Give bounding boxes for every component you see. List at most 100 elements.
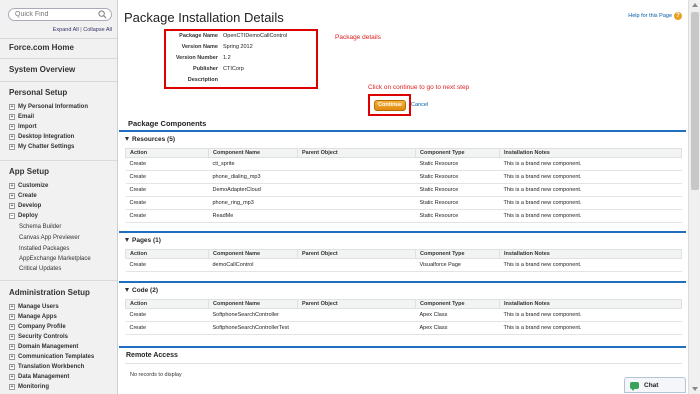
help-icon[interactable]: ?: [674, 12, 682, 20]
code-table: Action Component Name Parent Object Comp…: [125, 299, 682, 335]
sidebar-item-desktop-integration[interactable]: + Desktop Integration: [9, 134, 74, 140]
expand-plus-icon[interactable]: +: [9, 344, 15, 350]
collapse-all-link[interactable]: Collapse All: [83, 27, 112, 33]
expand-plus-icon[interactable]: +: [9, 193, 15, 199]
cell-component-name: demoCallControl: [208, 258, 298, 272]
chat-widget[interactable]: Chat: [624, 377, 686, 393]
expand-plus-icon[interactable]: +: [9, 384, 15, 390]
sidebar-item-translation-workbench[interactable]: + Translation Workbench: [9, 364, 84, 370]
expand-plus-icon[interactable]: +: [9, 354, 15, 360]
column-header-component-type: Component Type: [415, 148, 500, 158]
sidebar-item-customize[interactable]: + Customize: [9, 183, 48, 189]
sidebar-subitem-installed-packages[interactable]: Installed Packages: [19, 246, 69, 252]
cell-action: Create: [125, 157, 209, 171]
sidebar-home-link[interactable]: Force.com Home: [9, 43, 74, 52]
sidebar-item-label: Security Controls: [18, 334, 69, 340]
quick-find-box: [8, 8, 112, 21]
sidebar-subitem-schema-builder[interactable]: Schema Builder: [19, 224, 61, 230]
cell-parent-object: [297, 196, 416, 210]
sidebar-item-create[interactable]: + Create: [9, 193, 37, 199]
sidebar-item-communication-templates[interactable]: + Communication Templates: [9, 354, 94, 360]
resources-section-toggle[interactable]: Resources (5): [119, 132, 686, 144]
cell-component-name: phone_dialing_mp3: [208, 170, 298, 184]
sidebar-item-email[interactable]: + Email: [9, 114, 34, 120]
expand-plus-icon[interactable]: +: [9, 364, 15, 370]
cell-installation-notes: This is a brand new component.: [499, 157, 682, 171]
sidebar-item-manage-apps[interactable]: + Manage Apps: [9, 314, 57, 320]
expand-plus-icon[interactable]: +: [9, 334, 15, 340]
pages-section-toggle[interactable]: Pages (1): [119, 233, 686, 245]
sidebar-item-security-controls[interactable]: + Security Controls: [9, 334, 68, 340]
table-header-row: Action Component Name Parent Object Comp…: [125, 249, 682, 259]
expand-plus-icon[interactable]: +: [9, 114, 15, 120]
page-title: Package Installation Details: [124, 10, 284, 25]
sidebar-subitem-canvas-app-previewer[interactable]: Canvas App Previewer: [19, 235, 80, 241]
resources-table: Action Component Name Parent Object Comp…: [125, 148, 682, 223]
column-header-parent-object: Parent Object: [297, 148, 416, 158]
sidebar-item-company-profile[interactable]: + Company Profile: [9, 324, 66, 330]
expand-plus-icon[interactable]: +: [9, 203, 15, 209]
expand-plus-icon[interactable]: +: [9, 183, 15, 189]
collapse-triangle-icon[interactable]: [125, 288, 129, 292]
expand-collapse-links: Expand All | Collapse All: [0, 27, 112, 33]
collapse-triangle-icon[interactable]: [125, 238, 129, 242]
sidebar-item-label: Customize: [18, 183, 49, 189]
expand-plus-icon[interactable]: +: [9, 314, 15, 320]
cell-action: Create: [125, 209, 209, 223]
scrollbar-thumb[interactable]: [691, 12, 699, 190]
sidebar-item-label: Import: [18, 124, 37, 130]
sidebar-system-overview-link[interactable]: System Overview: [9, 65, 75, 74]
sidebar-item-deploy[interactable]: − Deploy: [9, 213, 38, 219]
expand-plus-icon[interactable]: +: [9, 324, 15, 330]
package-components-heading: Package Components: [128, 119, 207, 128]
cell-component-name: SoftphoneSearchController: [208, 308, 298, 322]
sidebar-item-my-chatter-settings[interactable]: + My Chatter Settings: [9, 144, 74, 150]
sidebar-item-manage-users[interactable]: + Manage Users: [9, 304, 59, 310]
cell-component-name: cti_sprite: [208, 157, 298, 171]
cell-parent-object: [297, 258, 416, 272]
expand-plus-icon[interactable]: +: [9, 134, 15, 140]
link-separator: |: [80, 27, 82, 33]
help-link[interactable]: Help for this Page?: [628, 12, 682, 20]
expand-plus-icon[interactable]: +: [9, 374, 15, 380]
cell-component-type: Static Resource: [415, 170, 500, 184]
table-header-row: Action Component Name Parent Object Comp…: [125, 299, 682, 309]
expand-plus-icon[interactable]: +: [9, 124, 15, 130]
cell-installation-notes: This is a brand new component.: [499, 209, 682, 223]
expand-all-link[interactable]: Expand All: [53, 27, 79, 33]
sidebar-item-label: Company Profile: [18, 324, 66, 330]
sidebar-item-import[interactable]: + Import: [9, 124, 37, 130]
remote-access-empty-message: No records to display: [130, 372, 182, 378]
table-header-row: Action Component Name Parent Object Comp…: [125, 148, 682, 158]
expand-plus-icon[interactable]: +: [9, 144, 15, 150]
sidebar-subitem-critical-updates[interactable]: Critical Updates: [19, 266, 61, 272]
sidebar-item-label: Communication Templates: [18, 354, 95, 360]
section-title: Resources (5): [132, 135, 175, 143]
cell-component-type: Visualforce Page: [415, 258, 500, 272]
vertical-scrollbar[interactable]: [688, 0, 700, 394]
expand-plus-icon[interactable]: +: [9, 304, 15, 310]
quick-find-input[interactable]: [9, 9, 93, 20]
expand-plus-icon[interactable]: +: [9, 104, 15, 110]
scroll-up-arrow-icon[interactable]: [692, 3, 698, 7]
sidebar-item-data-management[interactable]: + Data Management: [9, 374, 69, 380]
table-row: Create phone_ring_mp3 Static Resource This …: [125, 196, 682, 210]
sidebar-subitem-appexchange-marketplace[interactable]: AppExchange Marketplace: [19, 256, 91, 262]
details-highlight-box: [164, 29, 318, 89]
cell-component-type: Static Resource: [415, 196, 500, 210]
cancel-link[interactable]: Cancel: [411, 102, 428, 108]
sidebar-item-label: My Personal Information: [18, 104, 89, 110]
code-section-toggle[interactable]: Code (2): [119, 283, 686, 295]
sidebar-item-domain-management[interactable]: + Domain Management: [9, 344, 78, 350]
sidebar-item-my-personal-information[interactable]: + My Personal Information: [9, 104, 88, 110]
expand-minus-icon[interactable]: −: [9, 213, 15, 219]
scroll-down-arrow-icon[interactable]: [692, 387, 698, 391]
sidebar-divider: [0, 81, 117, 82]
sidebar-item-develop[interactable]: + Develop: [9, 203, 41, 209]
search-icon[interactable]: [98, 10, 107, 19]
collapse-triangle-icon[interactable]: [125, 137, 129, 141]
table-row: Create cti_sprite Static Resource This is a…: [125, 157, 682, 171]
sidebar-item-monitoring[interactable]: + Monitoring: [9, 384, 49, 390]
cell-component-name: phone_ring_mp3: [208, 196, 298, 210]
continue-button[interactable]: Continue: [374, 100, 406, 111]
